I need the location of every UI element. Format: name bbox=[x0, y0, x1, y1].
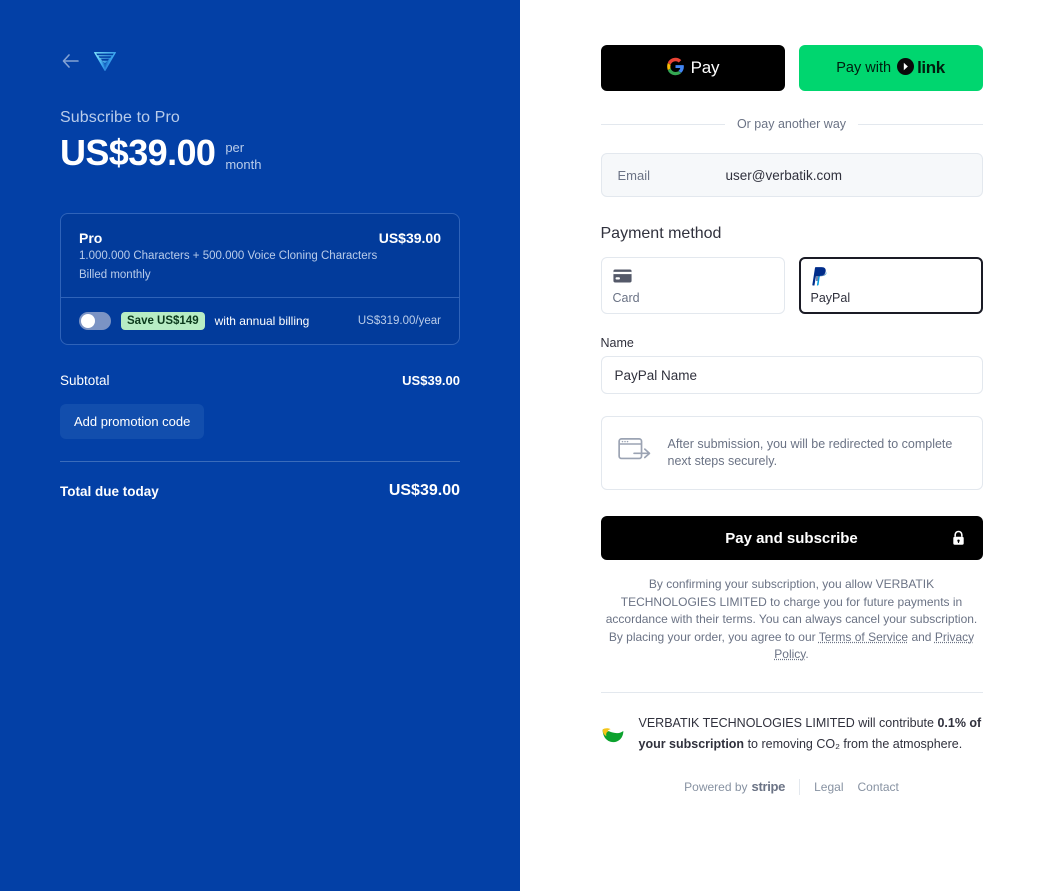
payment-method-tab-paypal[interactable]: PayPal bbox=[798, 257, 983, 314]
climate-text: VERBATIK TECHNOLOGIES LIMITED will contr… bbox=[639, 713, 983, 755]
google-g-icon bbox=[666, 57, 685, 79]
total-due-row: Total due today US$39.00 bbox=[60, 482, 460, 500]
link-chevron-icon bbox=[897, 58, 915, 78]
price-period-line2: month bbox=[225, 157, 262, 172]
footer: Powered by stripe Legal Contact bbox=[601, 778, 983, 825]
legal-order-prefix: By placing your order, you agree to our bbox=[608, 629, 816, 644]
product-name-row: Pro US$39.00 bbox=[79, 230, 441, 246]
verbatik-triangle-logo[interactable] bbox=[94, 51, 116, 71]
summary-divider bbox=[60, 461, 460, 462]
link-wordmark: link bbox=[917, 58, 945, 77]
save-badge: Save US$149 bbox=[121, 312, 205, 330]
footer-contact-link[interactable]: Contact bbox=[858, 780, 899, 794]
powered-by-stripe[interactable]: Powered by stripe bbox=[684, 779, 785, 794]
pay-with-link-prefix: Pay with bbox=[836, 60, 892, 76]
name-field-label: Name bbox=[600, 336, 634, 350]
annual-billing-price: US$319.00/year bbox=[357, 315, 441, 327]
payment-method-tabs: Card PayPal bbox=[600, 257, 983, 314]
payment-method-label-paypal: PayPal bbox=[810, 291, 851, 305]
divider-rule-right bbox=[858, 123, 983, 125]
name-input[interactable] bbox=[600, 356, 983, 394]
annual-billing-toggle[interactable] bbox=[79, 312, 111, 330]
climate-prefix: VERBATIK TECHNOLOGIES LIMITED will contr… bbox=[638, 715, 934, 730]
add-promotion-code-button[interactable]: Add promotion code bbox=[60, 404, 205, 439]
pay-with-link-button[interactable]: Pay with link bbox=[798, 45, 983, 91]
email-field[interactable]: Email user@verbatik.com bbox=[600, 153, 983, 197]
legal-period: . bbox=[805, 647, 809, 661]
or-pay-another-way-divider: Or pay another way bbox=[600, 117, 983, 131]
annual-billing-label: with annual billing bbox=[214, 314, 310, 328]
product-card-body: Pro US$39.00 1.000.000 Characters + 500.… bbox=[61, 214, 459, 297]
subtotal-label: Subtotal bbox=[60, 373, 110, 388]
paypal-icon bbox=[811, 266, 971, 286]
footer-separator bbox=[799, 778, 801, 795]
payment-panel: Pay Pay with link Or pay another way Ema… bbox=[520, 0, 1063, 891]
email-label: Email bbox=[617, 167, 651, 183]
back-arrow-icon[interactable] bbox=[60, 50, 82, 72]
lock-icon bbox=[952, 530, 965, 546]
powered-by-label: Powered by bbox=[684, 779, 748, 794]
terms-of-service-link[interactable]: Terms of Service bbox=[819, 630, 908, 644]
legal-subscription-text: By confirming your subscription, you all… bbox=[605, 577, 978, 626]
legal-disclaimer: By confirming your subscription, you all… bbox=[601, 576, 983, 664]
price-period-line1: per bbox=[225, 140, 245, 155]
legal-and-word: and bbox=[911, 629, 932, 644]
payment-method-heading: Payment method bbox=[600, 225, 722, 242]
google-pay-label: Pay bbox=[690, 58, 720, 77]
email-value: user@verbatik.com bbox=[725, 167, 843, 183]
pay-button-label: Pay and subscribe bbox=[725, 529, 858, 547]
product-price: US$39.00 bbox=[378, 230, 441, 246]
climate-contribution: VERBATIK TECHNOLOGIES LIMITED will contr… bbox=[601, 713, 983, 755]
climate-suffix: to removing CO₂ from the atmosphere. bbox=[747, 736, 963, 751]
headline-price: US$39.00 per month bbox=[60, 131, 460, 175]
order-summary-panel: Subscribe to Pro US$39.00 per month Pro … bbox=[0, 0, 520, 891]
redirect-notice-text: After submission, you will be redirected… bbox=[667, 437, 953, 468]
wallet-buttons-row: Pay Pay with link bbox=[600, 45, 983, 91]
total-due-value: US$39.00 bbox=[388, 482, 460, 499]
subtotal-row: Subtotal US$39.00 bbox=[60, 373, 460, 388]
redirect-window-icon bbox=[617, 437, 652, 470]
payment-method-tab-card[interactable]: Card bbox=[600, 257, 785, 314]
payment-method-label-card: Card bbox=[612, 291, 640, 305]
checkout-page: Subscribe to Pro US$39.00 per month Pro … bbox=[0, 0, 1063, 891]
headline-price-period: per month bbox=[225, 131, 261, 173]
or-divider-label: Or pay another way bbox=[736, 117, 847, 131]
product-description: 1.000.000 Characters + 500.000 Voice Clo… bbox=[79, 250, 378, 262]
footer-divider bbox=[600, 691, 983, 693]
stripe-climate-leaf-icon bbox=[601, 713, 625, 748]
subtotal-value: US$39.00 bbox=[402, 373, 460, 388]
product-name: Pro bbox=[79, 230, 103, 246]
total-due-label: Total due today bbox=[60, 483, 159, 499]
summary-topbar bbox=[60, 48, 460, 74]
pay-and-subscribe-button[interactable]: Pay and subscribe bbox=[600, 516, 983, 560]
footer-legal-link[interactable]: Legal bbox=[814, 780, 843, 794]
headline-price-amount: US$39.00 bbox=[60, 132, 216, 173]
redirect-notice: After submission, you will be redirected… bbox=[600, 416, 983, 490]
google-pay-button[interactable]: Pay bbox=[600, 45, 785, 91]
annual-billing-row: Save US$149 with annual billing US$319.0… bbox=[61, 297, 459, 344]
divider-rule-left bbox=[600, 123, 725, 125]
subscribe-title: Subscribe to Pro bbox=[60, 109, 180, 126]
stripe-wordmark: stripe bbox=[751, 779, 786, 794]
credit-card-icon bbox=[612, 266, 773, 286]
product-card: Pro US$39.00 1.000.000 Characters + 500.… bbox=[60, 213, 460, 345]
product-billing-interval: Billed monthly bbox=[79, 269, 151, 281]
